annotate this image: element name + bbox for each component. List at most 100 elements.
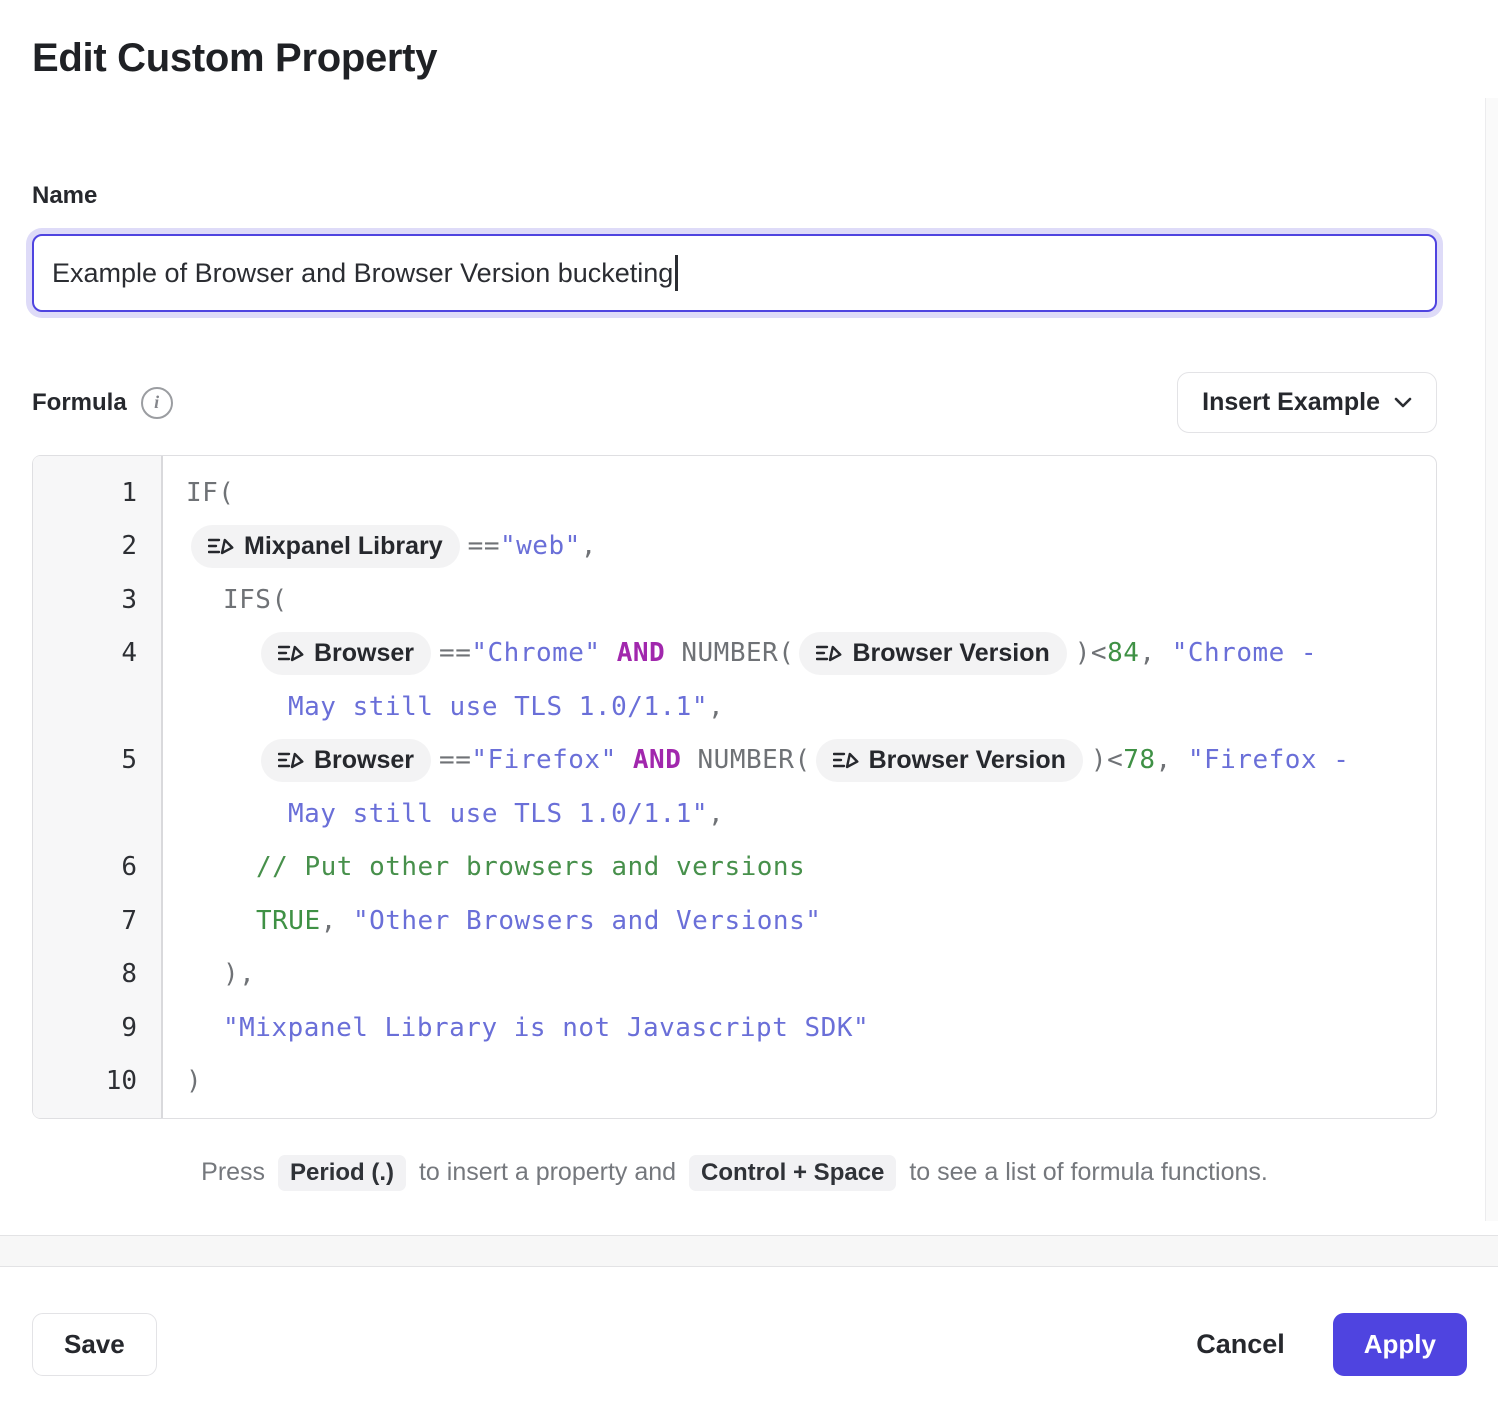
code-token: == — [439, 638, 471, 668]
formula-editor[interactable]: 1IF(2Mixpanel Library=="web",3IFS(4Brows… — [32, 455, 1437, 1119]
code-token: , — [1156, 745, 1188, 775]
code-rows: 1IF(2Mixpanel Library=="web",3IFS(4Brows… — [33, 456, 1436, 1108]
chevron-down-icon — [1394, 397, 1412, 408]
code-line: ), — [223, 959, 255, 989]
code-token: == — [468, 531, 500, 561]
code-token: )< — [1091, 745, 1123, 775]
line-number: 10 — [33, 1066, 161, 1096]
code-token: , — [581, 531, 597, 561]
code-token: NUMBER( — [698, 745, 811, 775]
line-number: 2 — [33, 531, 161, 561]
code-line: May still use TLS 1.0/1.1", — [288, 799, 724, 829]
code-line: May still use TLS 1.0/1.1", — [288, 692, 724, 722]
property-icon — [816, 643, 842, 663]
code-row: 9 "Mixpanel Library is not Javascript SDK… — [33, 1001, 1436, 1055]
insert-example-label: Insert Example — [1202, 388, 1380, 417]
code-row: 7 TRUE, "Other Browsers and Versions" — [33, 894, 1436, 948]
code-row: 2Mixpanel Library=="web", — [33, 520, 1436, 574]
info-icon[interactable]: i — [141, 387, 173, 419]
line-number: 9 — [33, 1013, 161, 1043]
code-token: )< — [1075, 638, 1107, 668]
code-row: 3 IFS( — [33, 573, 1436, 627]
property-icon — [208, 536, 234, 556]
property-icon — [833, 750, 859, 770]
code-token: "Other Browsers and Versions" — [353, 906, 821, 936]
code-row: May still use TLS 1.0/1.1", — [33, 680, 1436, 734]
code-line: "Mixpanel Library is not Javascript SDK" — [223, 1013, 869, 1043]
property-pill[interactable]: Browser — [261, 739, 431, 782]
code-row: 8), — [33, 948, 1436, 1002]
edit-custom-property-dialog: Edit Custom Property Name Example of Bro… — [0, 0, 1498, 1402]
property-pill[interactable]: Browser Version — [799, 632, 1066, 675]
code-token: May still use TLS 1.0/1.1" — [288, 799, 708, 829]
scrollbar-track[interactable] — [1485, 98, 1498, 1221]
page-title: Edit Custom Property — [32, 34, 1437, 82]
editor-hint: Press Period (.) to insert a property an… — [32, 1155, 1437, 1191]
code-line: ) — [186, 1066, 202, 1096]
code-token: "Mixpanel Library is not Javascript SDK" — [223, 1013, 869, 1043]
property-pill-label: Browser Version — [869, 746, 1066, 775]
apply-button[interactable]: Apply — [1333, 1313, 1467, 1376]
line-number: 5 — [33, 745, 161, 775]
kbd-period: Period (.) — [278, 1155, 406, 1191]
text-caret — [675, 255, 678, 291]
code-row: 5 Browser =="Firefox" AND NUMBER( Browser V… — [33, 734, 1436, 788]
dialog-footer: Save Cancel Apply — [0, 1267, 1498, 1376]
code-token: "Chrome - — [1172, 638, 1317, 668]
code-token: == — [439, 745, 471, 775]
code-token: 78 — [1123, 745, 1155, 775]
insert-example-button[interactable]: Insert Example — [1177, 372, 1437, 433]
code-row: May still use TLS 1.0/1.1", — [33, 787, 1436, 841]
code-line: IFS( — [223, 585, 288, 615]
code-row: 4Browser=="Chrome" AND NUMBER(Browser Ve… — [33, 627, 1436, 681]
code-row: 1 IF( — [33, 466, 1436, 520]
line-number: 4 — [33, 638, 161, 668]
property-pill[interactable]: Mixpanel Library — [191, 525, 460, 568]
code-token: // Put other browsers and versions — [256, 852, 805, 882]
name-input[interactable]: Example of Browser and Browser Version b… — [32, 234, 1437, 312]
line-number: 7 — [33, 906, 161, 936]
code-token: May still use TLS 1.0/1.1" — [288, 692, 708, 722]
property-pill[interactable]: Browser — [261, 632, 431, 675]
formula-label: Formula — [32, 389, 127, 417]
hint-text: Press — [201, 1158, 265, 1186]
hint-text: to see a list of formula functions. — [909, 1158, 1268, 1186]
code-line: // Put other browsers and versions — [256, 852, 805, 882]
property-icon — [278, 750, 304, 770]
name-input-value: Example of Browser and Browser Version b… — [52, 258, 673, 289]
code-line: TRUE, "Other Browsers and Versions" — [256, 906, 821, 936]
code-token: AND — [617, 745, 698, 775]
code-token: IF( — [186, 478, 234, 508]
name-label: Name — [32, 182, 1437, 210]
property-pill-label: Mixpanel Library — [244, 532, 443, 561]
property-pill[interactable]: Browser Version — [816, 739, 1083, 782]
code-token: "Firefox" — [471, 745, 616, 775]
property-pill-label: Browser Version — [852, 639, 1049, 668]
code-token: , — [321, 906, 353, 936]
code-token: , — [708, 799, 724, 829]
line-number: 1 — [33, 478, 161, 508]
code-token: IFS( — [223, 585, 288, 615]
cancel-button[interactable]: Cancel — [1190, 1328, 1291, 1361]
code-line: Mixpanel Library=="web", — [186, 525, 597, 568]
kbd-control-space: Control + Space — [689, 1155, 896, 1191]
code-token: 84 — [1107, 638, 1139, 668]
code-token: , — [1139, 638, 1171, 668]
property-pill-label: Browser — [314, 746, 414, 775]
line-number: 8 — [33, 959, 161, 989]
code-token: AND — [601, 638, 682, 668]
line-number: 6 — [33, 852, 161, 882]
property-icon — [278, 643, 304, 663]
code-line: Browser=="Chrome" AND NUMBER(Browser Ver… — [256, 632, 1317, 675]
code-token: "Firefox - — [1188, 745, 1350, 775]
code-token: ) — [186, 1066, 202, 1096]
code-token: ), — [223, 959, 255, 989]
line-number: 3 — [33, 585, 161, 615]
save-button[interactable]: Save — [32, 1313, 157, 1376]
section-divider-band — [0, 1235, 1498, 1267]
code-row: 10) — [33, 1055, 1436, 1109]
code-token: , — [708, 692, 724, 722]
hint-text: to insert a property and — [419, 1158, 676, 1186]
code-line: IF( — [186, 478, 234, 508]
code-row: 6 // Put other browsers and versions — [33, 841, 1436, 895]
